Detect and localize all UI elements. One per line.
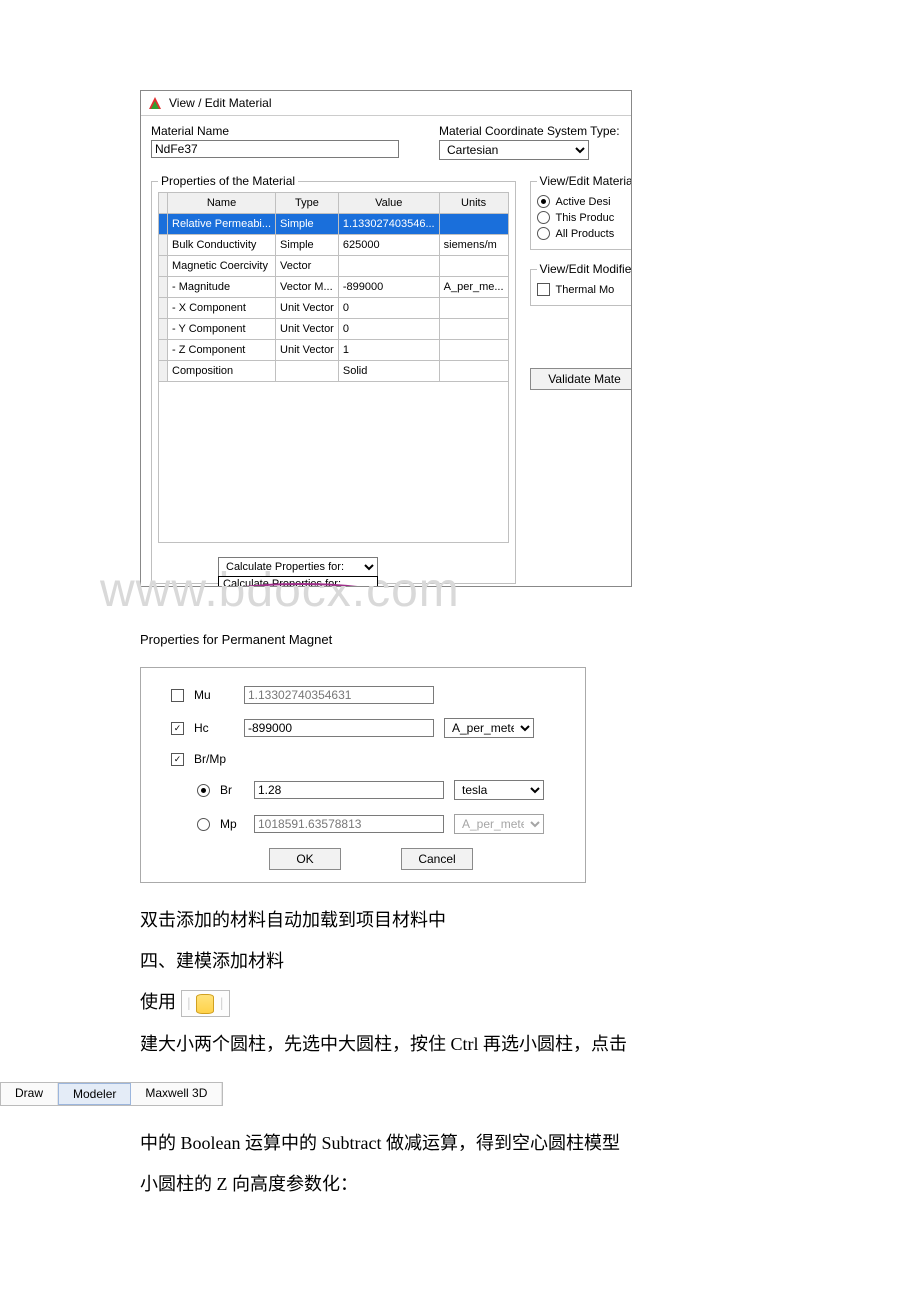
cylinder-icon[interactable] xyxy=(196,994,214,1014)
br-input[interactable] xyxy=(254,781,444,799)
hc-checkbox[interactable] xyxy=(171,722,184,735)
body-paragraph: 中的 Boolean 运算中的 Subtract 做减运算，得到空心圆柱模型 xyxy=(140,1130,780,1157)
hc-label: Hc xyxy=(194,721,234,735)
brmp-label: Br/Mp xyxy=(194,752,234,766)
permanent-magnet-properties-title: Properties for Permanent Magnet xyxy=(140,632,780,647)
view-edit-material-dialog: View / Edit Material Material Name Mater… xyxy=(140,90,632,587)
view-edit-modifier-group: View/Edit Modifier Thermal Mo xyxy=(530,262,632,306)
mp-label: Mp xyxy=(220,817,244,831)
toolbar-snippet: | | xyxy=(181,990,231,1017)
coord-type-label: Material Coordinate System Type: xyxy=(439,124,620,138)
menu-tabs-snippet: Draw Modeler Maxwell 3D xyxy=(0,1082,223,1106)
col-value: Value xyxy=(338,193,439,214)
ok-button[interactable]: OK xyxy=(269,848,341,870)
view-edit-material-scope-group: View/Edit Material Active Desi This Prod… xyxy=(530,174,632,250)
mp-radio[interactable] xyxy=(197,818,210,831)
validate-material-button[interactable]: Validate Mate xyxy=(530,368,632,390)
divider-icon: | xyxy=(220,993,223,1014)
table-row[interactable]: Magnetic CoercivityVector xyxy=(159,256,509,277)
radio-all-products[interactable]: All Products xyxy=(537,227,632,240)
dialog-title: View / Edit Material xyxy=(169,96,272,110)
hc-unit-select[interactable]: A_per_meter xyxy=(444,718,534,738)
mu-checkbox[interactable] xyxy=(171,689,184,702)
material-properties-legend: Properties of the Material xyxy=(158,174,298,188)
view-edit-material-legend: View/Edit Material xyxy=(537,174,632,188)
material-properties-table[interactable]: Name Type Value Units Relative Permeabi.… xyxy=(158,192,509,382)
table-row[interactable]: - Z ComponentUnit Vector1 xyxy=(159,340,509,361)
body-paragraph: 四、建模添加材料 xyxy=(140,948,780,975)
mu-input xyxy=(244,686,434,704)
checkbox-thermal-modifier[interactable]: Thermal Mo xyxy=(537,283,632,296)
radio-active-design[interactable]: Active Desi xyxy=(537,195,632,208)
coord-type-select[interactable]: Cartesian xyxy=(439,140,589,160)
col-type: Type xyxy=(276,193,339,214)
material-name-label: Material Name xyxy=(151,124,399,138)
body-paragraph: 小圆柱的 Z 向高度参数化： xyxy=(140,1171,780,1198)
radio-icon xyxy=(537,227,550,240)
body-paragraph: 使用 | | xyxy=(140,989,780,1017)
radio-this-product[interactable]: This Produc xyxy=(537,211,632,224)
dropdown-option[interactable]: Calculate Properties for: xyxy=(219,577,377,587)
mp-input xyxy=(254,815,444,833)
radio-icon xyxy=(537,195,550,208)
table-row[interactable]: Bulk ConductivitySimple625000siemens/m xyxy=(159,235,509,256)
checkbox-icon xyxy=(537,283,550,296)
br-radio[interactable] xyxy=(197,784,210,797)
mu-label: Mu xyxy=(194,688,234,702)
radio-label: All Products xyxy=(556,228,615,240)
brmp-checkbox[interactable] xyxy=(171,753,184,766)
text-fragment: 使用 xyxy=(140,992,176,1012)
tab-maxwell3d[interactable]: Maxwell 3D xyxy=(131,1083,222,1105)
col-name: Name xyxy=(168,193,276,214)
calculate-properties-dropdown[interactable]: Calculate Properties for: Permanent Magn… xyxy=(218,576,378,587)
table-row[interactable]: Relative Permeabi...Simple1.133027403546… xyxy=(159,214,509,235)
body-paragraph: 建大小两个圆柱，先选中大圆柱，按住 Ctrl 再选小圆柱，点击 xyxy=(140,1031,780,1058)
hc-input[interactable] xyxy=(244,719,434,737)
col-units: Units xyxy=(439,193,508,214)
material-name-input[interactable] xyxy=(151,140,399,158)
table-row[interactable]: - MagnitudeVector M...-899000A_per_me... xyxy=(159,277,509,298)
radio-icon xyxy=(537,211,550,224)
checkbox-label: Thermal Mo xyxy=(556,284,615,296)
app-logo-icon xyxy=(147,95,163,111)
calculate-properties-select[interactable]: Calculate Properties for: xyxy=(218,557,378,577)
mp-unit-select: A_per_meter xyxy=(454,814,544,834)
divider-icon: | xyxy=(188,993,191,1014)
radio-label: This Produc xyxy=(556,212,615,224)
br-unit-select[interactable]: tesla xyxy=(454,780,544,800)
br-label: Br xyxy=(220,783,244,797)
table-row[interactable]: CompositionSolid xyxy=(159,361,509,382)
body-paragraph: 双击添加的材料自动加载到项目材料中 xyxy=(140,907,780,934)
permanent-magnet-properties-panel: Mu Hc A_per_meter Br/Mp Br tesla Mp A_pe… xyxy=(140,667,586,883)
view-edit-modifier-legend: View/Edit Modifier xyxy=(537,262,632,276)
table-empty-area xyxy=(158,382,509,543)
tab-modeler[interactable]: Modeler xyxy=(58,1083,131,1105)
material-properties-group: Properties of the Material Name Type Val… xyxy=(151,174,516,584)
radio-label: Active Desi xyxy=(556,196,611,208)
table-row[interactable]: - Y ComponentUnit Vector0 xyxy=(159,319,509,340)
table-row[interactable]: - X ComponentUnit Vector0 xyxy=(159,298,509,319)
tab-draw[interactable]: Draw xyxy=(1,1083,58,1105)
cancel-button[interactable]: Cancel xyxy=(401,848,473,870)
